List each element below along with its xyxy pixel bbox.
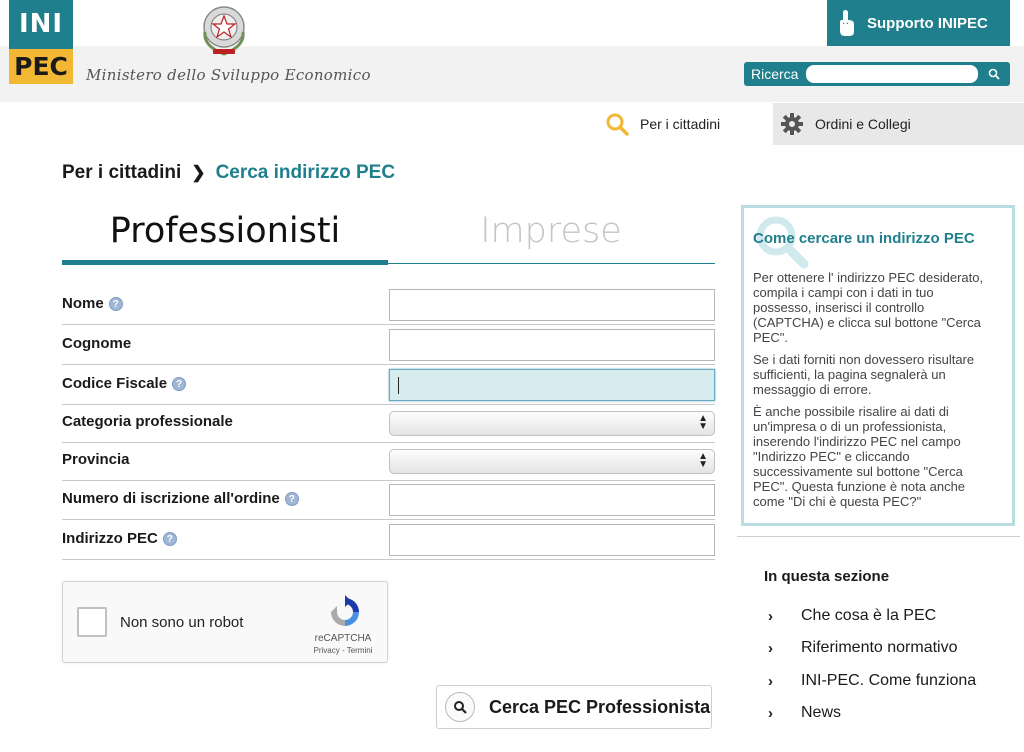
republic-emblem-icon (203, 6, 245, 56)
field-label: Categoria professionale (62, 413, 233, 430)
select-arrows-icon: ▲ ▼ (698, 413, 708, 432)
provincia-select[interactable]: ▲ ▼ (389, 449, 715, 474)
help-box: Come cercare un indirizzo PEC Per ottene… (741, 205, 1015, 526)
tab-companies[interactable]: Imprese (388, 207, 714, 259)
field-label: Nome? (62, 295, 123, 312)
field-label: Provincia (62, 451, 130, 468)
form-row-cognome: Cognome (62, 325, 715, 365)
help-box-title: Come cercare un indirizzo PEC (753, 230, 975, 247)
nav-citizens-label: Per i cittadini (640, 116, 721, 132)
form-row-numero-iscrizione: Numero di iscrizione all'ordine? (62, 480, 715, 520)
section-title: In questa sezione (764, 568, 890, 585)
form-row-codice-fiscale: Codice Fiscale? (62, 365, 715, 405)
cognome-input[interactable] (389, 329, 715, 361)
section-link[interactable]: › INI-PEC. Come funziona (768, 672, 976, 690)
form-row-categoria: Categoria professionale ▲ ▼ (62, 403, 715, 443)
help-paragraph: Se i dati forniti non dovessero risultar… (753, 352, 975, 397)
breadcrumb-current: Cerca indirizzo PEC (215, 162, 396, 183)
field-label: Codice Fiscale? (62, 375, 187, 392)
categoria-select[interactable]: ▲ ▼ (389, 411, 715, 436)
logo-ini-text: INI (9, 0, 73, 49)
captcha-checkbox[interactable] (77, 607, 107, 637)
chevron-right-icon: ❯ (191, 163, 206, 182)
form-row-provincia: Provincia ▲ ▼ (62, 441, 715, 481)
help-icon[interactable]: ? (284, 491, 299, 506)
select-arrows-icon: ▲ ▼ (698, 451, 708, 470)
chevron-right-icon: › (768, 607, 773, 625)
field-label: Indirizzo PEC? (62, 530, 177, 547)
support-button[interactable]: Supporto INIPEC (827, 0, 1010, 46)
captcha-brand: reCAPTCHA (314, 633, 372, 644)
chevron-right-icon: › (768, 704, 773, 722)
indirizzo-pec-input[interactable] (389, 524, 715, 556)
help-paragraph: Per ottenere l' indirizzo PEC desiderato… (753, 270, 984, 345)
section-link-label: Che cosa è la PEC (801, 607, 937, 624)
search-pec-button[interactable]: Cerca PEC Professionista (436, 685, 712, 729)
nav-orders[interactable]: Ordini e Collegi (773, 103, 1024, 145)
breadcrumb: Per i cittadini ❯ Cerca indirizzo PEC (62, 162, 395, 184)
recaptcha-logo-icon (331, 595, 359, 626)
search-label: Ricerca (751, 66, 799, 82)
section-link[interactable]: › Riferimento normativo (768, 639, 958, 657)
label-text: Cognome (62, 335, 132, 352)
label-text: Nome (62, 295, 104, 312)
nome-input[interactable] (389, 289, 715, 321)
recaptcha-widget: Non sono un robot reCAPTCHA Privacy - Te… (62, 581, 388, 663)
captcha-links[interactable]: Privacy - Termini (303, 646, 383, 655)
hand-pointer-icon (827, 0, 867, 46)
search-submit-button[interactable] (982, 65, 1006, 83)
codice-fiscale-input[interactable] (389, 369, 715, 401)
help-icon[interactable]: ? (108, 296, 123, 311)
captcha-label: Non sono un robot (120, 614, 244, 631)
section-link[interactable]: › News (768, 704, 841, 722)
help-paragraph: È anche possibile risalire ai dati di un… (753, 404, 966, 509)
divider (737, 536, 1020, 537)
gear-icon (779, 111, 805, 137)
chevron-right-icon: › (768, 639, 773, 657)
search-input[interactable] (806, 65, 978, 83)
field-label: Numero di iscrizione all'ordine? (62, 490, 299, 507)
label-text: Indirizzo PEC (62, 530, 158, 547)
nav-orders-label: Ordini e Collegi (815, 116, 911, 132)
section-link[interactable]: › Che cosa è la PEC (768, 607, 936, 625)
search-icon (445, 692, 475, 722)
support-label: Supporto INIPEC (867, 14, 988, 32)
numero-iscrizione-input[interactable] (389, 484, 715, 516)
label-text: Categoria professionale (62, 413, 233, 430)
search-icon (988, 68, 1000, 80)
form-row-nome: Nome? (62, 285, 715, 325)
help-icon[interactable]: ? (162, 531, 177, 546)
search-pec-label: Cerca PEC Professionista (489, 696, 711, 717)
breadcrumb-parent[interactable]: Per i cittadini (62, 162, 181, 184)
form-row-indirizzo-pec: Indirizzo PEC? (62, 520, 715, 560)
logo-pec-text: PEC (9, 49, 73, 84)
label-text: Provincia (62, 451, 130, 468)
field-label: Cognome (62, 335, 131, 352)
section-link-label: News (801, 704, 842, 721)
label-text: Codice Fiscale (62, 375, 168, 392)
help-icon[interactable]: ? (172, 376, 187, 391)
label-text: Numero di iscrizione all'ordine (62, 490, 280, 507)
magnifier-icon (604, 111, 630, 137)
site-search: Ricerca (744, 62, 1010, 86)
ministry-name: Ministero dello Sviluppo Economico (86, 66, 371, 84)
section-link-label: INI-PEC. Come funziona (801, 672, 977, 689)
inipec-logo[interactable]: INI PEC (9, 0, 73, 84)
active-tab-indicator (62, 260, 388, 265)
nav-citizens[interactable]: Per i cittadini (598, 103, 773, 145)
chevron-right-icon: › (768, 672, 773, 690)
section-link-label: Riferimento normativo (801, 639, 958, 656)
tab-professionals[interactable]: Professionisti (62, 207, 388, 259)
